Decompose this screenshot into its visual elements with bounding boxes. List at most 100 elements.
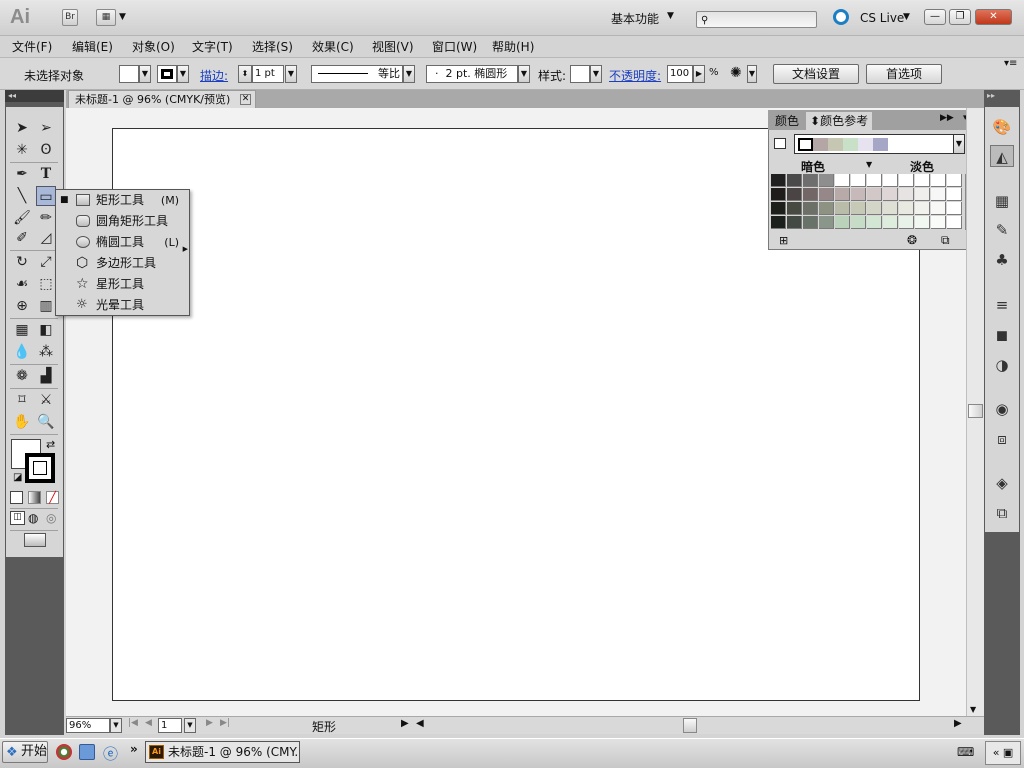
- artboard-dropdown-icon[interactable]: ▼: [184, 718, 196, 733]
- status-menu-arrow-icon[interactable]: ▶: [401, 718, 409, 729]
- color-variation-swatch[interactable]: [771, 216, 786, 229]
- next-artboard-icon[interactable]: ▶: [206, 718, 213, 728]
- color-variation-swatch[interactable]: [867, 202, 882, 215]
- bridge-button[interactable]: Br: [62, 9, 78, 26]
- collapse-panel-icon[interactable]: ▶▶: [940, 113, 954, 123]
- gradient-tool-icon[interactable]: ◧: [36, 320, 56, 340]
- color-variation-swatch[interactable]: [915, 174, 930, 187]
- document-tab[interactable]: 未标题-1 @ 96% (CMYK/预览) ✕: [68, 90, 256, 108]
- shape-builder-tool-icon[interactable]: ⊕: [12, 296, 32, 316]
- color-variation-swatch[interactable]: [947, 202, 962, 215]
- close-tab-icon[interactable]: ✕: [240, 94, 251, 105]
- zoom-tool-icon[interactable]: 🔍: [36, 412, 56, 432]
- tab-color[interactable]: 颜色: [771, 112, 803, 130]
- draw-normal-icon[interactable]: ◫: [10, 511, 25, 525]
- color-variation-swatch[interactable]: [803, 216, 818, 229]
- cs-live-menu[interactable]: CS Live: [860, 11, 904, 25]
- stroke-weight-stepper[interactable]: ⬍: [238, 65, 252, 83]
- color-variation-swatch[interactable]: [851, 188, 866, 201]
- blob-brush-tool-icon[interactable]: ✐: [12, 228, 32, 248]
- fill-dropdown-icon[interactable]: ▼: [139, 65, 151, 83]
- free-transform-tool-icon[interactable]: ⬚: [36, 274, 56, 294]
- workspace-dropdown-icon[interactable]: ▼: [667, 11, 674, 21]
- color-variation-swatch[interactable]: [899, 202, 914, 215]
- default-fill-stroke-icon[interactable]: ◪: [13, 472, 22, 483]
- arrange-documents-arrow-icon[interactable]: ▼: [119, 12, 126, 22]
- stroke-color-box[interactable]: [25, 453, 55, 483]
- vertical-scroll-thumb[interactable]: [968, 404, 983, 418]
- keyboard-tray-icon[interactable]: ⌨: [957, 745, 974, 759]
- rotate-tool-icon[interactable]: ↻: [12, 252, 32, 272]
- stroke-weight-dropdown-icon[interactable]: ▼: [285, 65, 297, 83]
- appearance-panel-icon[interactable]: ◉: [990, 398, 1014, 420]
- arrange-documents-button[interactable]: ▦: [96, 9, 116, 26]
- menu-view[interactable]: 视图(V): [372, 38, 414, 55]
- harmony-swatch[interactable]: [798, 138, 813, 151]
- type-tool-icon[interactable]: T: [36, 164, 56, 184]
- color-variation-swatch[interactable]: [835, 188, 850, 201]
- color-variation-swatch[interactable]: [947, 188, 962, 201]
- quicklaunch-more-icon[interactable]: »: [130, 742, 138, 756]
- menu-object[interactable]: 对象(O): [132, 38, 175, 55]
- color-variation-swatch[interactable]: [915, 188, 930, 201]
- recolor-artwork-icon[interactable]: ✺: [730, 65, 742, 81]
- column-graph-tool-icon[interactable]: ▟: [36, 366, 56, 386]
- paintbrush-tool-icon[interactable]: 🖌: [12, 208, 32, 228]
- color-variation-swatch[interactable]: [883, 174, 898, 187]
- swatches-panel-icon[interactable]: ▦: [990, 190, 1014, 212]
- graphic-style-swatch[interactable]: [570, 65, 590, 83]
- flyout-item-ellipse[interactable]: 椭圆工具 (L): [56, 232, 189, 253]
- recolor-dropdown-icon[interactable]: ▼: [747, 65, 757, 83]
- menu-edit[interactable]: 编辑(E): [72, 38, 113, 55]
- layers-panel-icon[interactable]: ◈: [990, 472, 1014, 494]
- blend-tool-icon[interactable]: ⁂: [36, 342, 56, 362]
- dock-expand-icon[interactable]: ▸▸: [987, 91, 995, 100]
- color-variation-swatch[interactable]: [835, 202, 850, 215]
- help-search-input[interactable]: ⚲: [696, 11, 817, 28]
- brushes-panel-icon[interactable]: ✎: [990, 219, 1014, 241]
- perspective-grid-tool-icon[interactable]: ▥: [36, 296, 56, 316]
- media-player-icon[interactable]: [56, 744, 72, 760]
- artboards-panel-icon[interactable]: ⧉: [990, 502, 1014, 524]
- start-button[interactable]: ❖ 开始: [2, 741, 48, 763]
- color-variation-swatch[interactable]: [835, 174, 850, 187]
- harmony-dropdown-icon[interactable]: ▼: [953, 134, 965, 154]
- harmony-colors-bar[interactable]: [794, 134, 964, 154]
- brush-definition[interactable]: · 2 pt. 椭圆形: [426, 65, 518, 83]
- graphic-style-dropdown-icon[interactable]: ▼: [590, 65, 602, 83]
- mesh-tool-icon[interactable]: ▦: [12, 320, 32, 340]
- draw-inside-icon[interactable]: ◎: [46, 511, 56, 525]
- color-variation-swatch[interactable]: [851, 202, 866, 215]
- magic-wand-tool-icon[interactable]: ✳: [12, 140, 32, 160]
- vertical-scrollbar[interactable]: ▼: [966, 108, 984, 716]
- color-guide-panel-icon[interactable]: ◭: [990, 145, 1014, 167]
- last-artboard-icon[interactable]: ▶|: [220, 718, 230, 728]
- artboard-number-input[interactable]: 1: [158, 718, 182, 733]
- desktop-icon[interactable]: [79, 744, 95, 760]
- selection-tool-icon[interactable]: ➤: [12, 118, 32, 138]
- color-variation-swatch[interactable]: [803, 174, 818, 187]
- toolbox-collapse-icon[interactable]: ◂◂: [5, 90, 64, 102]
- scroll-left-arrow-icon[interactable]: ◀: [416, 718, 424, 729]
- color-variation-swatch[interactable]: [931, 174, 946, 187]
- cs-live-dropdown-icon[interactable]: ▼: [903, 12, 910, 22]
- color-variation-swatch[interactable]: [883, 202, 898, 215]
- symbols-panel-icon[interactable]: ♣: [990, 249, 1014, 271]
- menu-help[interactable]: 帮助(H): [492, 38, 534, 55]
- tearoff-arrow-icon[interactable]: ▶: [183, 245, 188, 253]
- base-color-swatch[interactable]: [774, 138, 786, 149]
- color-variation-swatch[interactable]: [835, 216, 850, 229]
- stroke-weight-input[interactable]: 1 pt: [252, 65, 284, 83]
- stroke-panel-link[interactable]: 描边:: [200, 67, 228, 84]
- opacity-stepper-icon[interactable]: ▶: [693, 65, 705, 83]
- color-variation-swatch[interactable]: [771, 188, 786, 201]
- restore-button[interactable]: ❐: [949, 9, 971, 25]
- color-variation-swatch[interactable]: [883, 216, 898, 229]
- color-variation-swatch[interactable]: [771, 174, 786, 187]
- flyout-item-flare[interactable]: ☼ 光晕工具: [56, 295, 189, 316]
- stroke-swatch[interactable]: [157, 65, 177, 83]
- harmony-swatch[interactable]: [873, 138, 888, 151]
- tray-expand-icon[interactable]: « ▣: [985, 741, 1021, 765]
- zoom-dropdown-icon[interactable]: ▼: [110, 718, 122, 733]
- variable-width-profile[interactable]: 等比: [311, 65, 403, 83]
